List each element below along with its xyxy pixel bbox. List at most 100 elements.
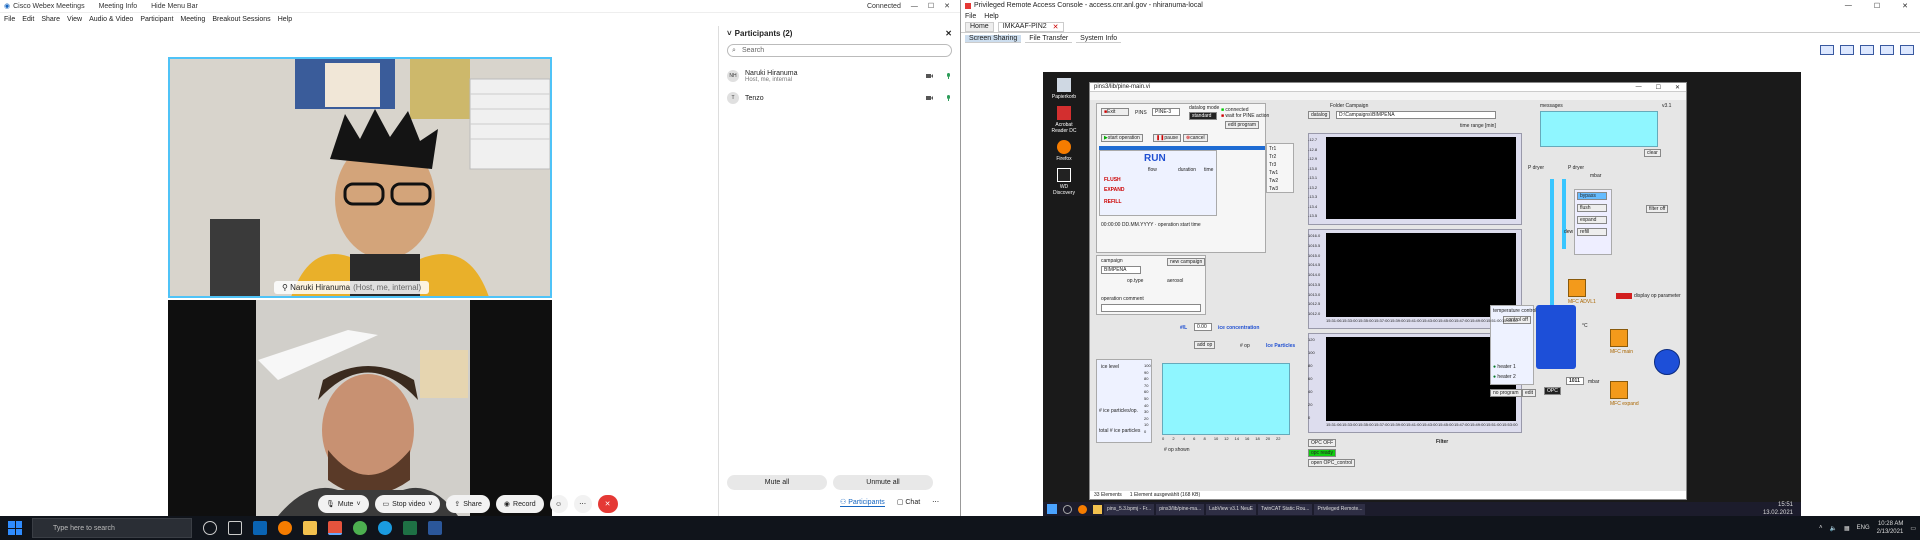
remote-task-item[interactable]: pins3/lib/pine-ma... [1156,503,1205,515]
add-op-button[interactable]: add op [1194,341,1216,349]
record-button[interactable]: ◉ Record [495,495,544,513]
menu-breakout-sessions[interactable]: Breakout Sessions [212,16,270,23]
desktop-icon-firefox[interactable]: Firefox [1049,140,1079,162]
tool-file-transfer[interactable]: File Transfer [1025,35,1073,43]
video-tile-host[interactable]: ⚲ Naruki Hiranuma (Host, me, internal) [168,57,552,298]
edit-program-button[interactable]: edit program [1225,121,1260,129]
folder-icon[interactable] [1093,504,1102,514]
start-operation-button[interactable]: ▶ start operation [1101,134,1143,142]
search-icon[interactable] [1063,504,1072,514]
webex-icon[interactable] [378,521,392,535]
menu-file[interactable]: File [965,13,976,20]
flush-button[interactable]: flush [1577,204,1607,212]
remote-desktop[interactable]: Papierkorb Acrobat Reader DC Firefox WD … [1043,72,1801,516]
mute-all-button[interactable]: Mute all [727,475,827,490]
remote-access-icon[interactable] [328,521,342,535]
cancel-button[interactable]: ⊗ cancel [1183,134,1208,142]
campaign-field[interactable]: BIMPENA [1101,266,1141,274]
close-icon[interactable]: ✕ [1675,84,1680,91]
outlook-icon[interactable] [253,521,267,535]
taskbar-search[interactable]: Type here to search [32,518,192,538]
video-tile-participant[interactable] [168,300,552,516]
chevron-down-icon[interactable]: ˅ [356,501,360,508]
chevron-up-icon[interactable]: ˄ [1819,525,1823,531]
task-view-icon[interactable] [203,521,217,535]
more-icon[interactable]: ⋯ [932,498,939,507]
refill-button[interactable]: refill [1577,228,1607,236]
close-icon[interactable]: ✕ [1902,2,1908,10]
remote-task-item[interactable]: Privileged Remote... [1314,503,1366,515]
tab-chat[interactable]: ▢ Chat [897,498,920,507]
close-icon[interactable]: ✕ [944,2,950,10]
meeting-info-button[interactable]: Meeting Info [99,3,138,10]
chevron-down-icon[interactable]: ˅ [727,29,732,38]
desktop-icon-recycle[interactable]: Papierkorb [1049,78,1079,100]
maximize-icon[interactable]: ☐ [928,2,934,10]
menu-help[interactable]: Help [278,16,292,23]
menu-audio-video[interactable]: Audio & Video [89,16,133,23]
desktop-icon-acrobat[interactable]: Acrobat Reader DC [1049,106,1079,134]
network-icon[interactable]: ▦ [1844,525,1850,532]
microphone-icon[interactable] [945,95,952,101]
remote-task-item[interactable]: LabView v3.1 NeuE [1206,503,1256,515]
menu-meeting[interactable]: Meeting [180,16,205,23]
device-select[interactable]: PINE-3 [1152,108,1180,116]
bypass-button[interactable]: bypass [1577,192,1607,200]
minimize-icon[interactable]: — [1845,2,1852,10]
menu-share[interactable]: Share [41,16,60,23]
excel-icon[interactable] [403,521,417,535]
minimize-icon[interactable]: — [1636,84,1642,91]
participants-header[interactable]: ˅ Participants (2) ✕ [719,26,960,40]
exit-button[interactable]: ■ Exit [1101,108,1129,116]
participants-search[interactable]: ⌕ Search [727,44,952,57]
windows-start-icon[interactable] [1047,504,1057,514]
hide-menu-bar-button[interactable]: Hide Menu Bar [151,3,198,10]
participant-item[interactable]: NH Naruki Hiranuma Host, me, internal [727,65,952,87]
tool-screen-sharing[interactable]: Screen Sharing [965,35,1022,43]
monitor-icon[interactable] [1820,45,1834,55]
folder-path-field[interactable]: D:\Campaigns\BIMPENA [1336,111,1496,119]
close-icon[interactable]: ✕ [1053,23,1059,31]
tool-system-info[interactable]: System Info [1076,35,1122,43]
notifications-icon[interactable]: ▭ [1910,525,1916,532]
tab-session[interactable]: IMKAAF-PIN2 ✕ [997,21,1064,32]
clock[interactable]: 10:28 AM 2/13/2021 [1877,520,1904,536]
word-icon[interactable] [428,521,442,535]
chevron-down-icon[interactable]: ˅ [428,501,432,508]
monitor-icon[interactable] [1840,45,1854,55]
mute-button[interactable]: 🎙 Mute ˅ [318,495,369,513]
windows-start-icon[interactable] [8,521,22,535]
display-op-parameter-button[interactable] [1616,293,1632,299]
fullscreen-icon[interactable] [1900,45,1914,55]
no-program-button[interactable]: no program [1490,389,1522,397]
task-switch-icon[interactable] [228,521,242,535]
operation-comment-field[interactable] [1101,304,1201,312]
edit-button[interactable]: edit [1522,389,1537,397]
maximize-icon[interactable]: ☐ [1874,2,1880,10]
datalog-mode-select[interactable]: standard [1189,112,1217,120]
monitor-icon[interactable] [1860,45,1874,55]
firefox-icon[interactable] [1078,504,1087,514]
desktop-icon-wd[interactable]: WD Discovery [1049,168,1079,196]
participant-item[interactable]: T Tenzo [727,87,952,109]
end-meeting-button[interactable]: ✕ [597,495,618,513]
share-button[interactable]: ⇪ Share [446,495,490,513]
menu-help[interactable]: Help [984,13,998,20]
stop-video-button[interactable]: ▭ Stop video ˅ [374,495,441,513]
unmute-all-button[interactable]: Unmute all [833,475,933,490]
menu-participant[interactable]: Participant [140,16,173,23]
expand-button[interactable]: expand [1577,216,1607,224]
maximize-icon[interactable]: ☐ [1656,84,1661,91]
microphone-icon[interactable] [945,73,952,79]
remote-task-item[interactable]: TwinCAT Static Rou... [1257,503,1313,515]
reactions-button[interactable]: ☺ [549,495,568,513]
files-icon[interactable] [303,521,317,535]
firefox-icon[interactable] [278,521,292,535]
remote-task-item[interactable]: pins_5.3.bpmj - Fr... [1104,503,1155,515]
more-options-button[interactable]: ⋯ [573,495,592,513]
language-indicator[interactable]: ENG [1857,525,1870,531]
tab-home[interactable]: Home [965,21,994,32]
menu-view[interactable]: View [67,16,82,23]
filter-off-button[interactable]: filter off [1646,205,1669,213]
minimize-icon[interactable]: — [911,3,918,10]
